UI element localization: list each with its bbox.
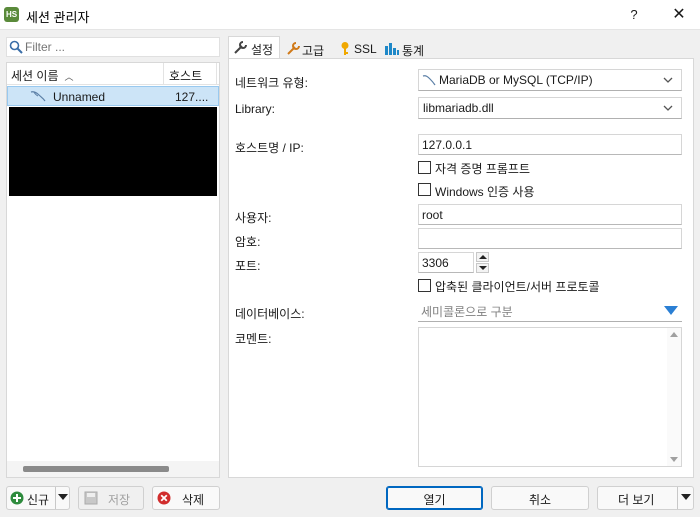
filter-box[interactable] (6, 37, 220, 57)
network-type-select[interactable]: MariaDB or MySQL (TCP/IP) (418, 69, 682, 91)
user-label: 사용자: (235, 211, 272, 225)
host-input[interactable]: 127.0.0.1 (418, 134, 682, 155)
scroll-down-icon (670, 457, 678, 462)
tab-advanced[interactable]: 고급 (282, 38, 332, 58)
arrow-down-icon (479, 266, 487, 270)
library-label: Library: (235, 102, 276, 116)
port-label: 포트: (235, 259, 261, 273)
search-icon (9, 40, 23, 54)
compressed-protocol-checkbox[interactable] (418, 279, 431, 292)
session-row[interactable]: Unnamed 127.... (7, 86, 219, 106)
database-select[interactable]: 세미콜론으로 구분 (418, 300, 682, 322)
window-title: 세션 관리자 (26, 10, 90, 25)
credential-prompt-checkbox[interactable] (418, 161, 431, 174)
tab-strip: 설정 고급 SSL 통계 (228, 36, 694, 58)
compressed-protocol-label: 압축된 클라이언트/서버 프로토콜 (435, 280, 600, 294)
help-button[interactable]: ? (620, 3, 648, 27)
floppy-icon (84, 491, 98, 505)
preview-area (9, 107, 217, 196)
dropdown-caret-icon[interactable] (58, 494, 68, 500)
port-input[interactable]: 3306 (418, 252, 474, 273)
dropdown-arrow-icon[interactable] (664, 306, 678, 315)
tab-statistics[interactable]: 통계 (380, 38, 428, 58)
mariadb-icon (30, 91, 46, 102)
save-button[interactable]: 저장 (78, 486, 144, 510)
delete-icon (157, 491, 171, 505)
bar-chart-icon (385, 43, 399, 55)
plus-icon (10, 491, 24, 505)
settings-panel: 네트워크 유형: MariaDB or MySQL (TCP/IP) Libra… (228, 58, 694, 478)
open-button[interactable]: 열기 (386, 486, 483, 510)
session-name: Unnamed (53, 90, 106, 104)
comment-label: 코멘트: (235, 332, 272, 346)
app-icon: HS (4, 7, 19, 22)
session-host: 127.... (175, 90, 209, 104)
delete-button[interactable]: 삭제 (152, 486, 220, 510)
credential-prompt-label: 자격 증명 프롬프트 (435, 162, 530, 176)
windows-auth-label: Windows 인증 사용 (435, 185, 535, 199)
port-increment-button[interactable] (476, 252, 489, 262)
windows-auth-checkbox[interactable] (418, 183, 431, 196)
more-button[interactable]: 더 보기 (597, 486, 694, 510)
comment-scrollbar[interactable] (667, 328, 681, 466)
filter-input[interactable] (25, 39, 215, 55)
arrow-up-icon (479, 255, 487, 259)
key-icon (341, 42, 349, 55)
host-label: 호스트명 / IP: (235, 141, 304, 155)
column-header-host[interactable]: 호스트 (165, 63, 217, 85)
user-input[interactable]: root (418, 204, 682, 225)
port-decrement-button[interactable] (476, 263, 489, 273)
cancel-button[interactable]: 취소 (491, 486, 589, 510)
library-select[interactable]: libmariadb.dll (418, 97, 682, 119)
scroll-up-icon (670, 332, 678, 337)
chevron-down-icon (663, 77, 673, 83)
dropdown-caret-icon[interactable] (681, 494, 691, 500)
close-button[interactable]: ✕ (662, 3, 696, 27)
sort-ascending-icon: ︿ (64, 72, 74, 82)
tab-ssl[interactable]: SSL (334, 38, 380, 58)
tree-header: 세션 이름 ︿ 호스트 (7, 63, 219, 85)
new-session-button[interactable]: 신규 (6, 486, 70, 510)
database-label: 데이터베이스: (235, 307, 305, 321)
network-type-label: 네트워크 유형: (235, 76, 308, 90)
tab-settings[interactable]: 설정 (228, 36, 280, 58)
password-input[interactable] (418, 228, 682, 249)
password-label: 암호: (235, 235, 261, 249)
horizontal-scrollbar[interactable] (7, 461, 219, 477)
column-header-name[interactable]: 세션 이름 ︿ (7, 63, 164, 85)
mariadb-icon (422, 75, 436, 86)
wrench-orange-icon (287, 42, 300, 55)
scrollbar-thumb[interactable] (23, 466, 169, 472)
chevron-down-icon (663, 105, 673, 111)
comment-textarea[interactable] (418, 327, 682, 467)
title-bar: HS 세션 관리자 ? ✕ (0, 0, 700, 30)
wrench-icon (234, 41, 247, 54)
session-tree[interactable]: 세션 이름 ︿ 호스트 Unnamed 127.... (6, 62, 220, 478)
